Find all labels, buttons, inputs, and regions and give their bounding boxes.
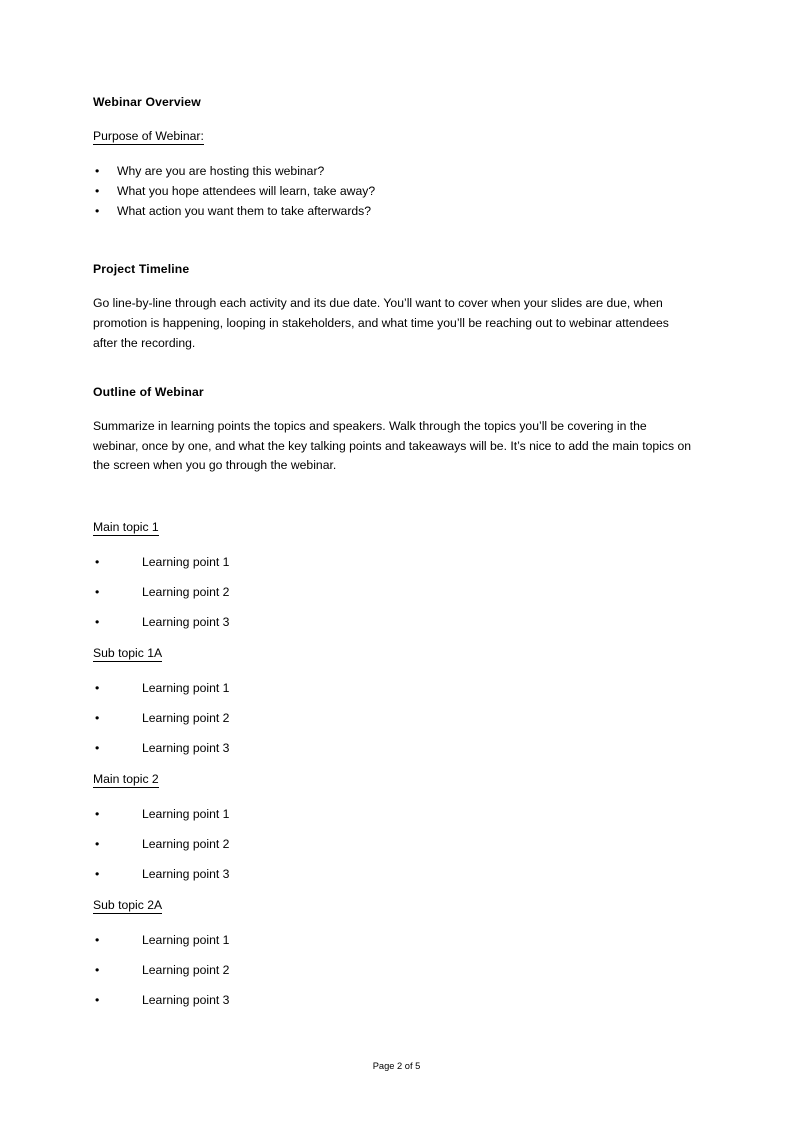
list-item-label: Learning point 1 [142, 932, 230, 947]
list-item-label: Learning point 2 [142, 836, 230, 851]
topic-bullet-list-4: • Learning point 1 • Learning point 2 • … [93, 925, 693, 1015]
document-page: Webinar Overview Purpose of Webinar: • W… [0, 0, 793, 1122]
topic-heading-row: Main topic 2 [93, 770, 693, 788]
paragraph-project-timeline: Go line-by-line through each activity an… [93, 296, 669, 350]
list-item: • Learning point 3 [93, 733, 693, 763]
topic-title-main-topic-2: Main topic 2 [93, 771, 159, 788]
paragraph-outline-of-webinar: Summarize in learning points the topics … [93, 419, 692, 473]
list-item: • What action you want them to take afte… [93, 202, 693, 222]
list-item-label: Learning point 3 [142, 614, 230, 629]
bullet-icon: • [95, 203, 100, 218]
bullet-icon: • [95, 806, 100, 821]
purpose-bullet-list: • Why are you are hosting this webinar? … [93, 162, 693, 221]
document-body: Webinar Overview Purpose of Webinar: • W… [93, 94, 693, 1015]
list-item: • Learning point 2 [93, 955, 693, 985]
bullet-icon: • [95, 183, 100, 198]
list-item: • What you hope attendees will learn, ta… [93, 182, 693, 202]
topic-bullet-list-3: • Learning point 1 • Learning point 2 • … [93, 799, 693, 889]
list-item-label: Learning point 3 [142, 740, 230, 755]
bullet-icon: • [95, 836, 100, 851]
topic-title-sub-topic-2a: Sub topic 2A [93, 897, 163, 914]
list-item-label: What you hope attendees will learn, take… [117, 183, 376, 198]
list-item-label: Learning point 2 [142, 584, 230, 599]
topic-bullet-list-2: • Learning point 1 • Learning point 2 • … [93, 673, 693, 763]
list-item: • Learning point 3 [93, 859, 693, 889]
list-item-label: What action you want them to take afterw… [117, 203, 372, 218]
heading-outline-of-webinar: Outline of Webinar [93, 385, 204, 400]
topic-heading-row: Main topic 1 [93, 518, 693, 536]
heading-project-timeline: Project Timeline [93, 262, 190, 277]
bullet-icon: • [95, 164, 100, 178]
list-item-label: Learning point 2 [142, 962, 230, 977]
list-item: • Learning point 1 [93, 673, 693, 703]
bullet-icon: • [95, 992, 100, 1007]
label-purpose-of-webinar: Purpose of Webinar: [93, 129, 204, 145]
list-item: • Learning point 2 [93, 703, 693, 733]
list-item-label: Why are you are hosting this webinar? [117, 164, 325, 178]
topic-heading-row: Sub topic 2A [93, 896, 693, 914]
list-item-label: Learning point 1 [142, 806, 230, 821]
list-item: • Learning point 3 [93, 985, 693, 1015]
page-footer: Page 2 of 5 [372, 1061, 421, 1071]
bullet-icon: • [95, 866, 100, 881]
topic-title-sub-topic-1a: Sub topic 1A [93, 645, 163, 662]
list-item: • Learning point 2 [93, 577, 693, 607]
list-item-label: Learning point 3 [142, 992, 230, 1007]
bullet-icon: • [95, 710, 100, 725]
list-item: • Learning point 1 [93, 925, 693, 955]
list-item: • Learning point 1 [93, 547, 693, 577]
bullet-icon: • [95, 932, 100, 947]
bullet-icon: • [95, 680, 100, 695]
bullet-icon: • [95, 614, 100, 629]
bullet-icon: • [95, 554, 100, 569]
list-item: • Learning point 1 [93, 799, 693, 829]
list-item: • Learning point 3 [93, 607, 693, 637]
list-item-label: Learning point 3 [142, 866, 230, 881]
bullet-icon: • [95, 740, 100, 755]
list-item-label: Learning point 2 [142, 710, 230, 725]
list-item: • Why are you are hosting this webinar? [93, 162, 693, 182]
topic-title-main-topic-1: Main topic 1 [93, 519, 159, 536]
heading-webinar-overview: Webinar Overview [93, 95, 201, 109]
topic-bullet-list-1: • Learning point 1 • Learning point 2 • … [93, 547, 693, 637]
list-item: • Learning point 2 [93, 829, 693, 859]
bullet-icon: • [95, 962, 100, 977]
topic-heading-row: Sub topic 1A [93, 644, 693, 662]
list-item-label: Learning point 1 [142, 680, 230, 695]
bullet-icon: • [95, 584, 100, 599]
purpose-label-row: Purpose of Webinar: [93, 127, 693, 145]
list-item-label: Learning point 1 [142, 554, 230, 569]
